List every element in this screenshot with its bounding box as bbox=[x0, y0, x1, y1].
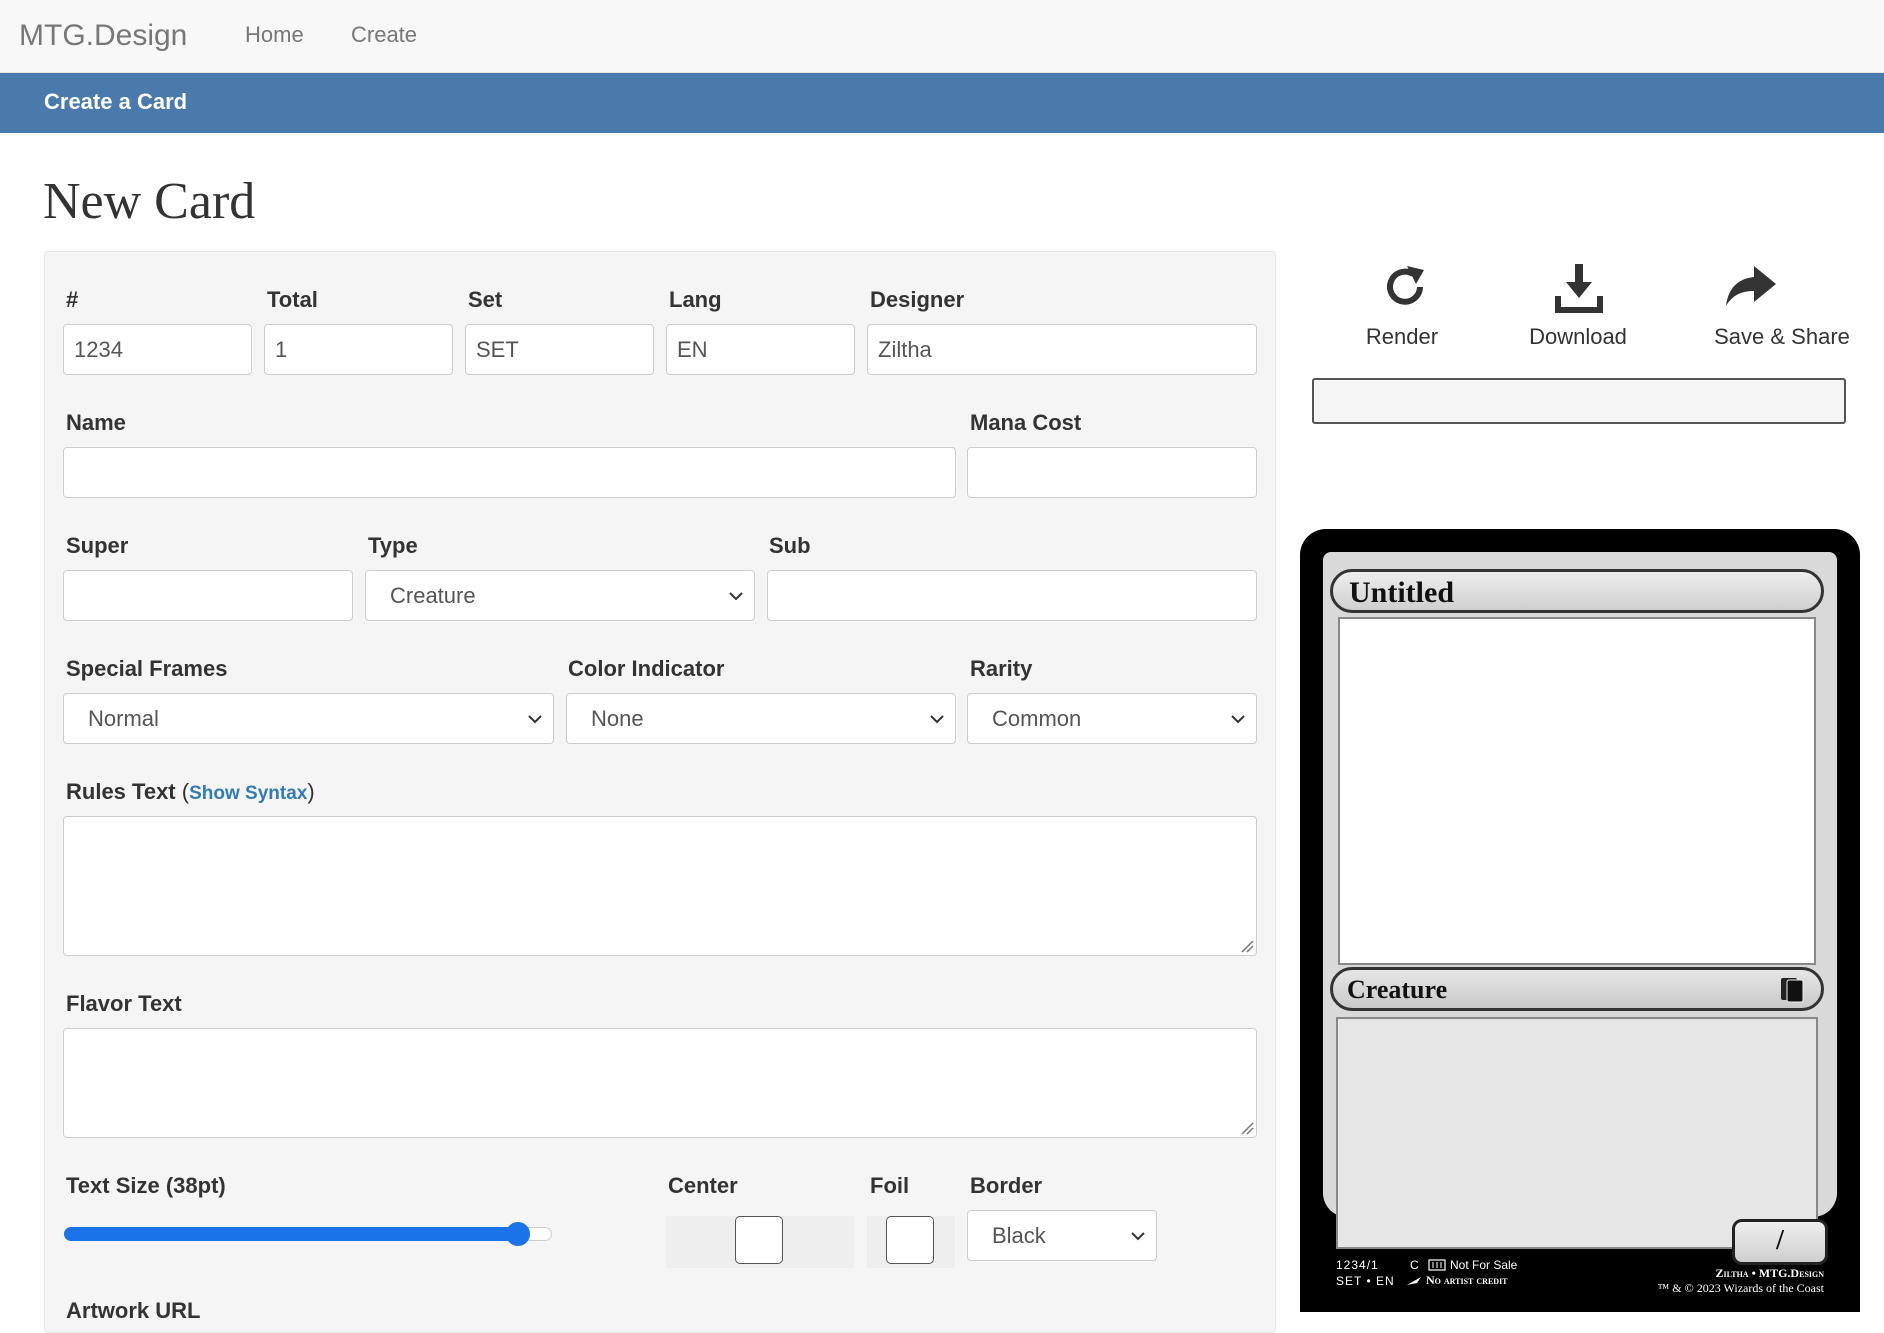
type-select-value: Creature bbox=[390, 583, 476, 608]
designer-input[interactable]: Ziltha bbox=[867, 324, 1257, 375]
text-size-slider[interactable] bbox=[64, 1222, 552, 1246]
type-select[interactable]: Creature bbox=[365, 570, 755, 621]
chevron-down-icon bbox=[528, 715, 542, 724]
mana-cost-input[interactable] bbox=[967, 447, 1257, 498]
name-label: Name bbox=[66, 410, 126, 435]
center-label: Center bbox=[668, 1173, 738, 1198]
card-type-bar: Creature bbox=[1330, 967, 1824, 1011]
lang-input[interactable]: EN bbox=[666, 324, 855, 375]
slider-thumb[interactable] bbox=[506, 1222, 530, 1246]
share-icon bbox=[1726, 266, 1776, 306]
card-artist-credit: No artist credit bbox=[1426, 1273, 1508, 1287]
resize-grip-icon[interactable] bbox=[1240, 939, 1254, 953]
designer-label: Designer bbox=[870, 287, 965, 312]
border-select-value: Black bbox=[992, 1223, 1046, 1248]
card-title: Untitled bbox=[1349, 576, 1454, 609]
set-label: Set bbox=[468, 287, 503, 312]
download-button[interactable]: Download bbox=[1518, 262, 1638, 358]
sub-label: Sub bbox=[769, 533, 811, 558]
save-share-button[interactable]: Save & Share bbox=[1712, 262, 1852, 358]
lang-label: Lang bbox=[669, 287, 722, 312]
chevron-down-icon bbox=[930, 715, 944, 724]
card-text-box bbox=[1336, 1017, 1818, 1249]
border-label: Border bbox=[970, 1173, 1043, 1198]
super-input[interactable] bbox=[63, 570, 353, 621]
rules-text-label: Rules Text (Show Syntax) bbox=[66, 779, 315, 805]
card-set-lang: SET • EN bbox=[1336, 1274, 1395, 1288]
card-copyright: ™ & © 2023 Wizards of the Coast bbox=[1657, 1281, 1824, 1295]
color-indicator-value: None bbox=[591, 706, 644, 731]
mana-cost-label: Mana Cost bbox=[970, 410, 1082, 435]
rules-text-label-text: Rules Text bbox=[66, 779, 176, 804]
download-icon bbox=[1555, 264, 1603, 313]
foil-label: Foil bbox=[870, 1173, 910, 1198]
special-frames-value: Normal bbox=[88, 706, 159, 731]
flavor-text-label: Flavor Text bbox=[66, 991, 182, 1016]
artwork-url-label: Artwork URL bbox=[66, 1298, 201, 1323]
sub-input[interactable] bbox=[767, 570, 1257, 621]
set-symbol-icon bbox=[1781, 978, 1804, 1003]
not-for-sale-icon bbox=[1428, 1259, 1446, 1271]
card-not-for-sale: Not For Sale bbox=[1450, 1258, 1518, 1272]
render-label: Render bbox=[1365, 324, 1439, 349]
chevron-down-icon bbox=[1231, 715, 1245, 724]
resize-grip-icon[interactable] bbox=[1240, 1121, 1254, 1135]
color-indicator-select[interactable]: None bbox=[566, 693, 956, 744]
show-syntax-link[interactable]: Show Syntax bbox=[189, 783, 307, 804]
refresh-icon bbox=[1387, 266, 1424, 305]
top-navbar: MTG.Design Home Create bbox=[0, 0, 1884, 73]
type-label: Type bbox=[368, 533, 418, 558]
rarity-value: Common bbox=[992, 706, 1082, 731]
brand-logo[interactable]: MTG.Design bbox=[19, 19, 187, 53]
total-input[interactable]: 1 bbox=[264, 324, 453, 375]
card-power-toughness: / bbox=[1732, 1219, 1828, 1265]
card-rarity-letter: C bbox=[1410, 1258, 1420, 1272]
section-title: Create a Card bbox=[44, 89, 188, 114]
nav-create-link[interactable]: Create bbox=[351, 22, 417, 48]
special-frames-select[interactable]: Normal bbox=[63, 693, 554, 744]
render-button[interactable]: Render bbox=[1352, 262, 1452, 358]
special-frames-label: Special Frames bbox=[66, 656, 228, 681]
card-art-box bbox=[1338, 617, 1816, 965]
number-label: # bbox=[66, 287, 79, 312]
rarity-label: Rarity bbox=[970, 656, 1033, 681]
total-label: Total bbox=[267, 287, 318, 312]
foil-checkbox[interactable] bbox=[886, 1216, 934, 1264]
card-collector-number: 1234/1 bbox=[1336, 1258, 1379, 1272]
center-checkbox[interactable] bbox=[735, 1216, 783, 1264]
download-label: Download bbox=[1529, 324, 1627, 349]
render-progress-bar bbox=[1312, 378, 1846, 424]
rarity-select[interactable]: Common bbox=[967, 693, 1257, 744]
card-title-bar: Untitled bbox=[1330, 569, 1824, 613]
super-label: Super bbox=[66, 533, 129, 558]
chevron-down-icon bbox=[1131, 1232, 1145, 1241]
save-share-label: Save & Share bbox=[1714, 324, 1850, 349]
slider-fill bbox=[64, 1227, 518, 1241]
color-indicator-label: Color Indicator bbox=[568, 656, 725, 681]
card-preview: Untitled Creature / 1234/1 C Not For Sal… bbox=[1300, 529, 1860, 1312]
card-type-line: Creature bbox=[1347, 975, 1448, 1004]
set-input[interactable]: SET bbox=[465, 324, 654, 375]
chevron-down-icon bbox=[729, 592, 743, 601]
open-paren: ( bbox=[181, 779, 190, 804]
section-header-bar: Create a Card bbox=[0, 73, 1884, 133]
name-input[interactable] bbox=[63, 447, 956, 498]
text-size-label: Text Size (38pt) bbox=[66, 1173, 226, 1198]
rules-text-textarea[interactable] bbox=[63, 816, 1257, 956]
nav-home-link[interactable]: Home bbox=[245, 22, 304, 48]
card-designer-credit: Ziltha • MTG.Design bbox=[1715, 1266, 1824, 1280]
page-title: New Card bbox=[43, 173, 256, 230]
artist-brush-icon bbox=[1407, 1277, 1421, 1285]
border-select[interactable]: Black bbox=[967, 1210, 1157, 1261]
flavor-text-textarea[interactable] bbox=[63, 1028, 1257, 1138]
number-input[interactable]: 1234 bbox=[63, 324, 252, 375]
close-paren: ) bbox=[307, 779, 315, 804]
